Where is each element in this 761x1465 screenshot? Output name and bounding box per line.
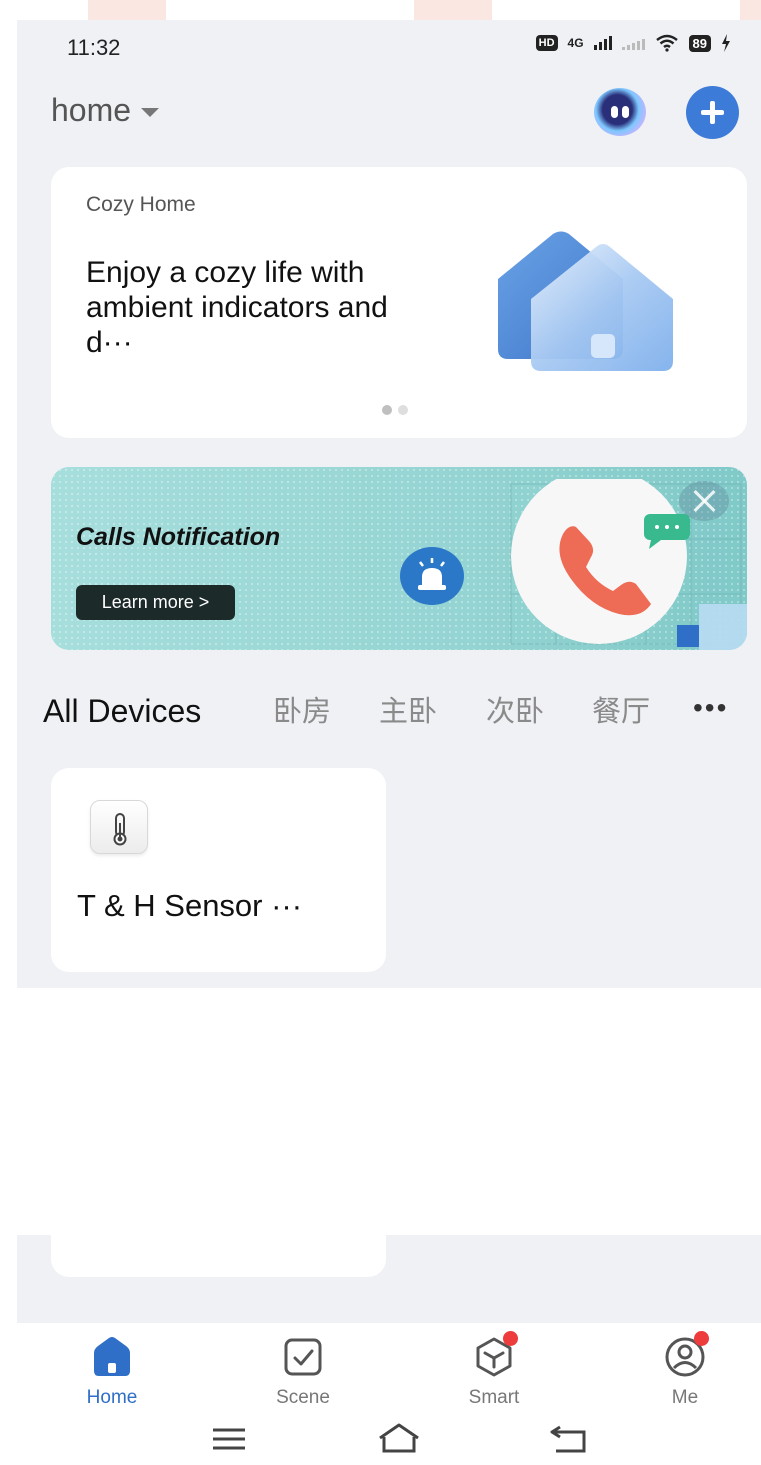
network-type-label: 4G bbox=[567, 36, 584, 50]
status-time: 11:32 bbox=[67, 35, 121, 60]
status-icons: HD 4G 89 bbox=[535, 34, 731, 52]
more-tabs-icon[interactable]: ••• bbox=[693, 688, 728, 728]
device-card-placeholder bbox=[51, 1235, 386, 1277]
home-name: home bbox=[51, 92, 132, 128]
calls-notification-banner[interactable]: Calls Notification Learn more > bbox=[51, 467, 747, 650]
notification-badge bbox=[694, 1331, 709, 1346]
hero-headline: Enjoy a cozy life with ambient indicator… bbox=[86, 256, 388, 359]
carousel-indicator bbox=[382, 405, 408, 415]
home-selector[interactable]: home bbox=[51, 92, 160, 129]
hd-icon: HD bbox=[535, 35, 558, 51]
nav-me[interactable]: Me bbox=[630, 1331, 740, 1409]
learn-more-button[interactable]: Learn more > bbox=[76, 585, 235, 620]
close-banner-icon[interactable] bbox=[679, 481, 729, 521]
device-card[interactable]: T & H Sensor ··· bbox=[51, 768, 386, 972]
nav-home[interactable]: Home bbox=[57, 1335, 167, 1409]
assistant-eye-icon bbox=[611, 106, 618, 118]
battery-indicator: 89 bbox=[688, 34, 711, 52]
cozy-home-illustration-icon bbox=[498, 231, 673, 371]
home-icon bbox=[90, 1335, 134, 1379]
carousel-dot bbox=[398, 405, 408, 415]
app-screen: 11:32 HD 4G 89 home Cozy Home Enjoy a co… bbox=[0, 0, 761, 1465]
nav-smart-label: Smart bbox=[468, 1387, 520, 1408]
tab-dining-room[interactable]: 餐厅 bbox=[592, 688, 650, 734]
tab-second-bedroom[interactable]: 次卧 bbox=[486, 688, 544, 734]
signal-strength-secondary-icon bbox=[621, 36, 645, 50]
caret-down-icon bbox=[141, 108, 160, 117]
thermometer-icon bbox=[90, 800, 148, 854]
assistant-eye-icon bbox=[622, 106, 629, 118]
add-device-button[interactable] bbox=[686, 86, 739, 139]
system-home-icon[interactable] bbox=[374, 1421, 424, 1457]
nav-me-label: Me bbox=[671, 1387, 699, 1408]
back-icon[interactable] bbox=[544, 1421, 594, 1457]
tab-all-devices[interactable]: All Devices bbox=[43, 688, 201, 734]
bottom-navigation: Home Scene Smart Me bbox=[0, 1323, 761, 1413]
tab-bedroom[interactable]: 卧房 bbox=[273, 688, 331, 734]
scene-check-icon bbox=[281, 1335, 325, 1379]
hero-kicker: Cozy Home bbox=[86, 193, 196, 216]
notification-badge bbox=[503, 1331, 518, 1346]
carousel-dot-active bbox=[382, 405, 392, 415]
hero-banner-card[interactable]: Cozy Home Enjoy a cozy life with ambient… bbox=[51, 167, 747, 438]
top-strip-artifact bbox=[88, 0, 166, 20]
menu-icon[interactable] bbox=[204, 1421, 254, 1457]
signal-strength-icon bbox=[593, 36, 612, 50]
tab-master-bedroom[interactable]: 主卧 bbox=[379, 688, 437, 734]
smart-cube-icon bbox=[472, 1331, 518, 1379]
nav-scene-label: Scene bbox=[276, 1387, 330, 1408]
profile-icon bbox=[663, 1331, 709, 1379]
charging-icon bbox=[722, 34, 730, 52]
room-tabs: All Devices 卧房 主卧 次卧 餐厅 ••• bbox=[43, 688, 743, 734]
alarm-light-icon bbox=[400, 547, 464, 605]
device-name: T & H Sensor ··· bbox=[77, 888, 303, 923]
top-strip-artifact bbox=[740, 0, 761, 20]
banner-title: Calls Notification bbox=[76, 523, 281, 551]
ai-assistant-button[interactable] bbox=[594, 88, 646, 136]
status-bar: 11:32 HD 4G 89 bbox=[17, 20, 761, 72]
nav-home-label: Home bbox=[86, 1387, 138, 1408]
wifi-icon bbox=[655, 34, 678, 52]
system-navigation-bar bbox=[0, 1413, 761, 1465]
nav-smart[interactable]: Smart bbox=[439, 1331, 549, 1409]
nav-scene[interactable]: Scene bbox=[248, 1335, 358, 1409]
top-strip-artifact bbox=[414, 0, 492, 20]
